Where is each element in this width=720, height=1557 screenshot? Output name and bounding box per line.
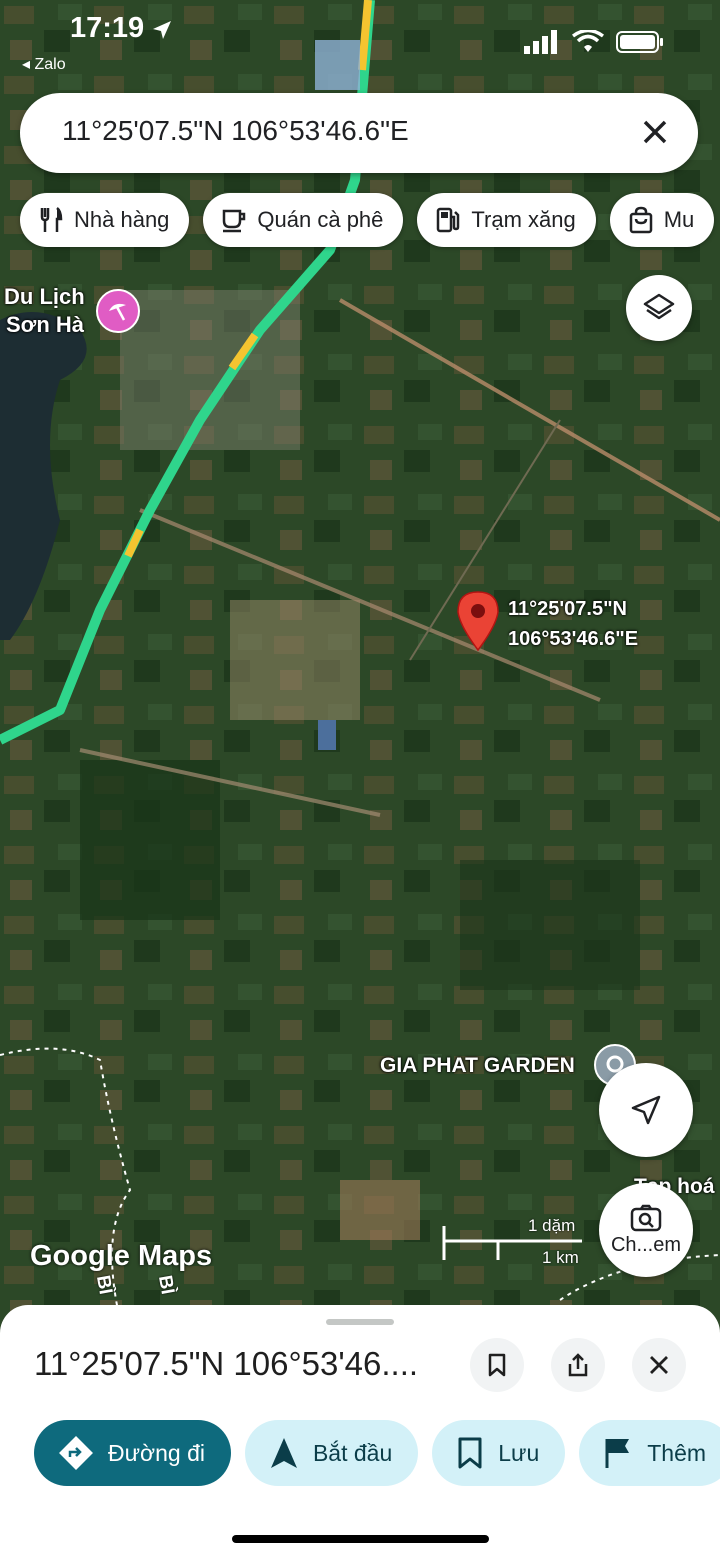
directions-button[interactable]: Đường đi: [34, 1420, 231, 1486]
share-icon: [568, 1353, 588, 1377]
action-label: Đường đi: [108, 1439, 205, 1466]
garden-label[interactable]: GIA PHAT GARDEN: [380, 1054, 575, 1078]
bookmark-icon: [458, 1437, 482, 1469]
location-arrow-icon: [150, 18, 174, 47]
chip-label: Trạm xăng: [471, 207, 576, 232]
gas-station-icon: [437, 207, 460, 233]
back-triangle-icon: ◂: [22, 56, 35, 73]
chip-label: Nhà hàng: [74, 207, 170, 232]
save-button[interactable]: Lưu: [432, 1420, 566, 1486]
lens-label: Ch...em: [610, 1233, 682, 1256]
lens-button[interactable]: Ch...em: [599, 1183, 693, 1277]
camera-search-icon: [630, 1204, 662, 1231]
save-place-button[interactable]: [470, 1338, 524, 1392]
pin-lng-label: 106°53'46.6"E: [508, 628, 639, 650]
start-button[interactable]: Bắt đầu: [244, 1420, 419, 1486]
category-chips: Nhà hàng Quán cà phê Trạm xăng Mu: [20, 193, 715, 247]
google-maps-watermark: Google Maps: [30, 1240, 213, 1272]
close-sheet-button[interactable]: [632, 1338, 686, 1392]
shopping-bag-icon: [629, 206, 652, 234]
action-buttons: Đường đi Bắt đầu Lưu Thêm: [34, 1420, 720, 1486]
status-icons: [524, 30, 664, 54]
sheet-drag-handle[interactable]: [326, 1319, 394, 1325]
battery-icon: [616, 31, 663, 53]
close-icon: [650, 1356, 668, 1374]
clear-search-button[interactable]: [638, 115, 672, 149]
restaurant-icon: [40, 207, 63, 232]
search-bar[interactable]: 11°25'07.5"N 106°53'46.6"E: [20, 93, 698, 173]
wifi-icon: [572, 30, 604, 52]
chip-coffee[interactable]: Quán cà phê: [203, 193, 404, 247]
chip-shopping[interactable]: Mu: [609, 193, 715, 247]
road-label: BÌ: [154, 1273, 178, 1297]
navigation-arrow-icon: [270, 1438, 297, 1468]
signal-icon: [524, 30, 557, 54]
my-location-button[interactable]: [599, 1063, 693, 1157]
navigation-arrow-outline-icon: [631, 1095, 661, 1125]
pin-lat-label: 11°25'07.5"N: [508, 598, 627, 620]
flag-icon: [605, 1439, 630, 1468]
chip-gas[interactable]: Trạm xăng: [417, 193, 596, 247]
layers-button[interactable]: [626, 275, 692, 341]
place-title: 11°25'07.5"N 106°53'46....: [34, 1345, 419, 1382]
home-indicator[interactable]: [232, 1535, 489, 1543]
action-label: Bắt đầu: [312, 1439, 393, 1466]
close-icon: [643, 120, 667, 144]
coffee-icon: [223, 209, 246, 233]
resort-label-line1[interactable]: Du Lịch: [4, 284, 85, 310]
share-button[interactable]: [551, 1338, 605, 1392]
scale-bar: [442, 1226, 582, 1260]
resort-marker[interactable]: [96, 289, 140, 333]
action-label: Thêm: [647, 1439, 707, 1466]
chip-restaurants[interactable]: Nhà hàng: [20, 193, 190, 247]
place-bottom-sheet[interactable]: 11°25'07.5"N 106°53'46.... Đường đi Bắt …: [0, 1305, 720, 1557]
directions-icon: [59, 1436, 93, 1470]
layers-icon: [643, 293, 675, 320]
back-to-app[interactable]: ◂ Zalo: [22, 54, 66, 74]
map-pin-icon: [457, 591, 499, 652]
add-button[interactable]: Thêm: [579, 1420, 720, 1486]
status-time: 17:19: [70, 12, 145, 44]
search-query[interactable]: 11°25'07.5"N 106°53'46.6"E: [62, 115, 409, 147]
dropped-pin[interactable]: [456, 590, 500, 657]
road-label: BÌ: [92, 1273, 116, 1297]
beach-umbrella-icon: [109, 303, 126, 321]
chip-label: Quán cà phê: [257, 207, 384, 232]
action-label: Lưu: [498, 1439, 540, 1466]
resort-label-line2[interactable]: Sơn Hà: [6, 312, 84, 338]
chip-label: Mu: [663, 207, 695, 232]
bookmark-icon: [488, 1353, 506, 1377]
